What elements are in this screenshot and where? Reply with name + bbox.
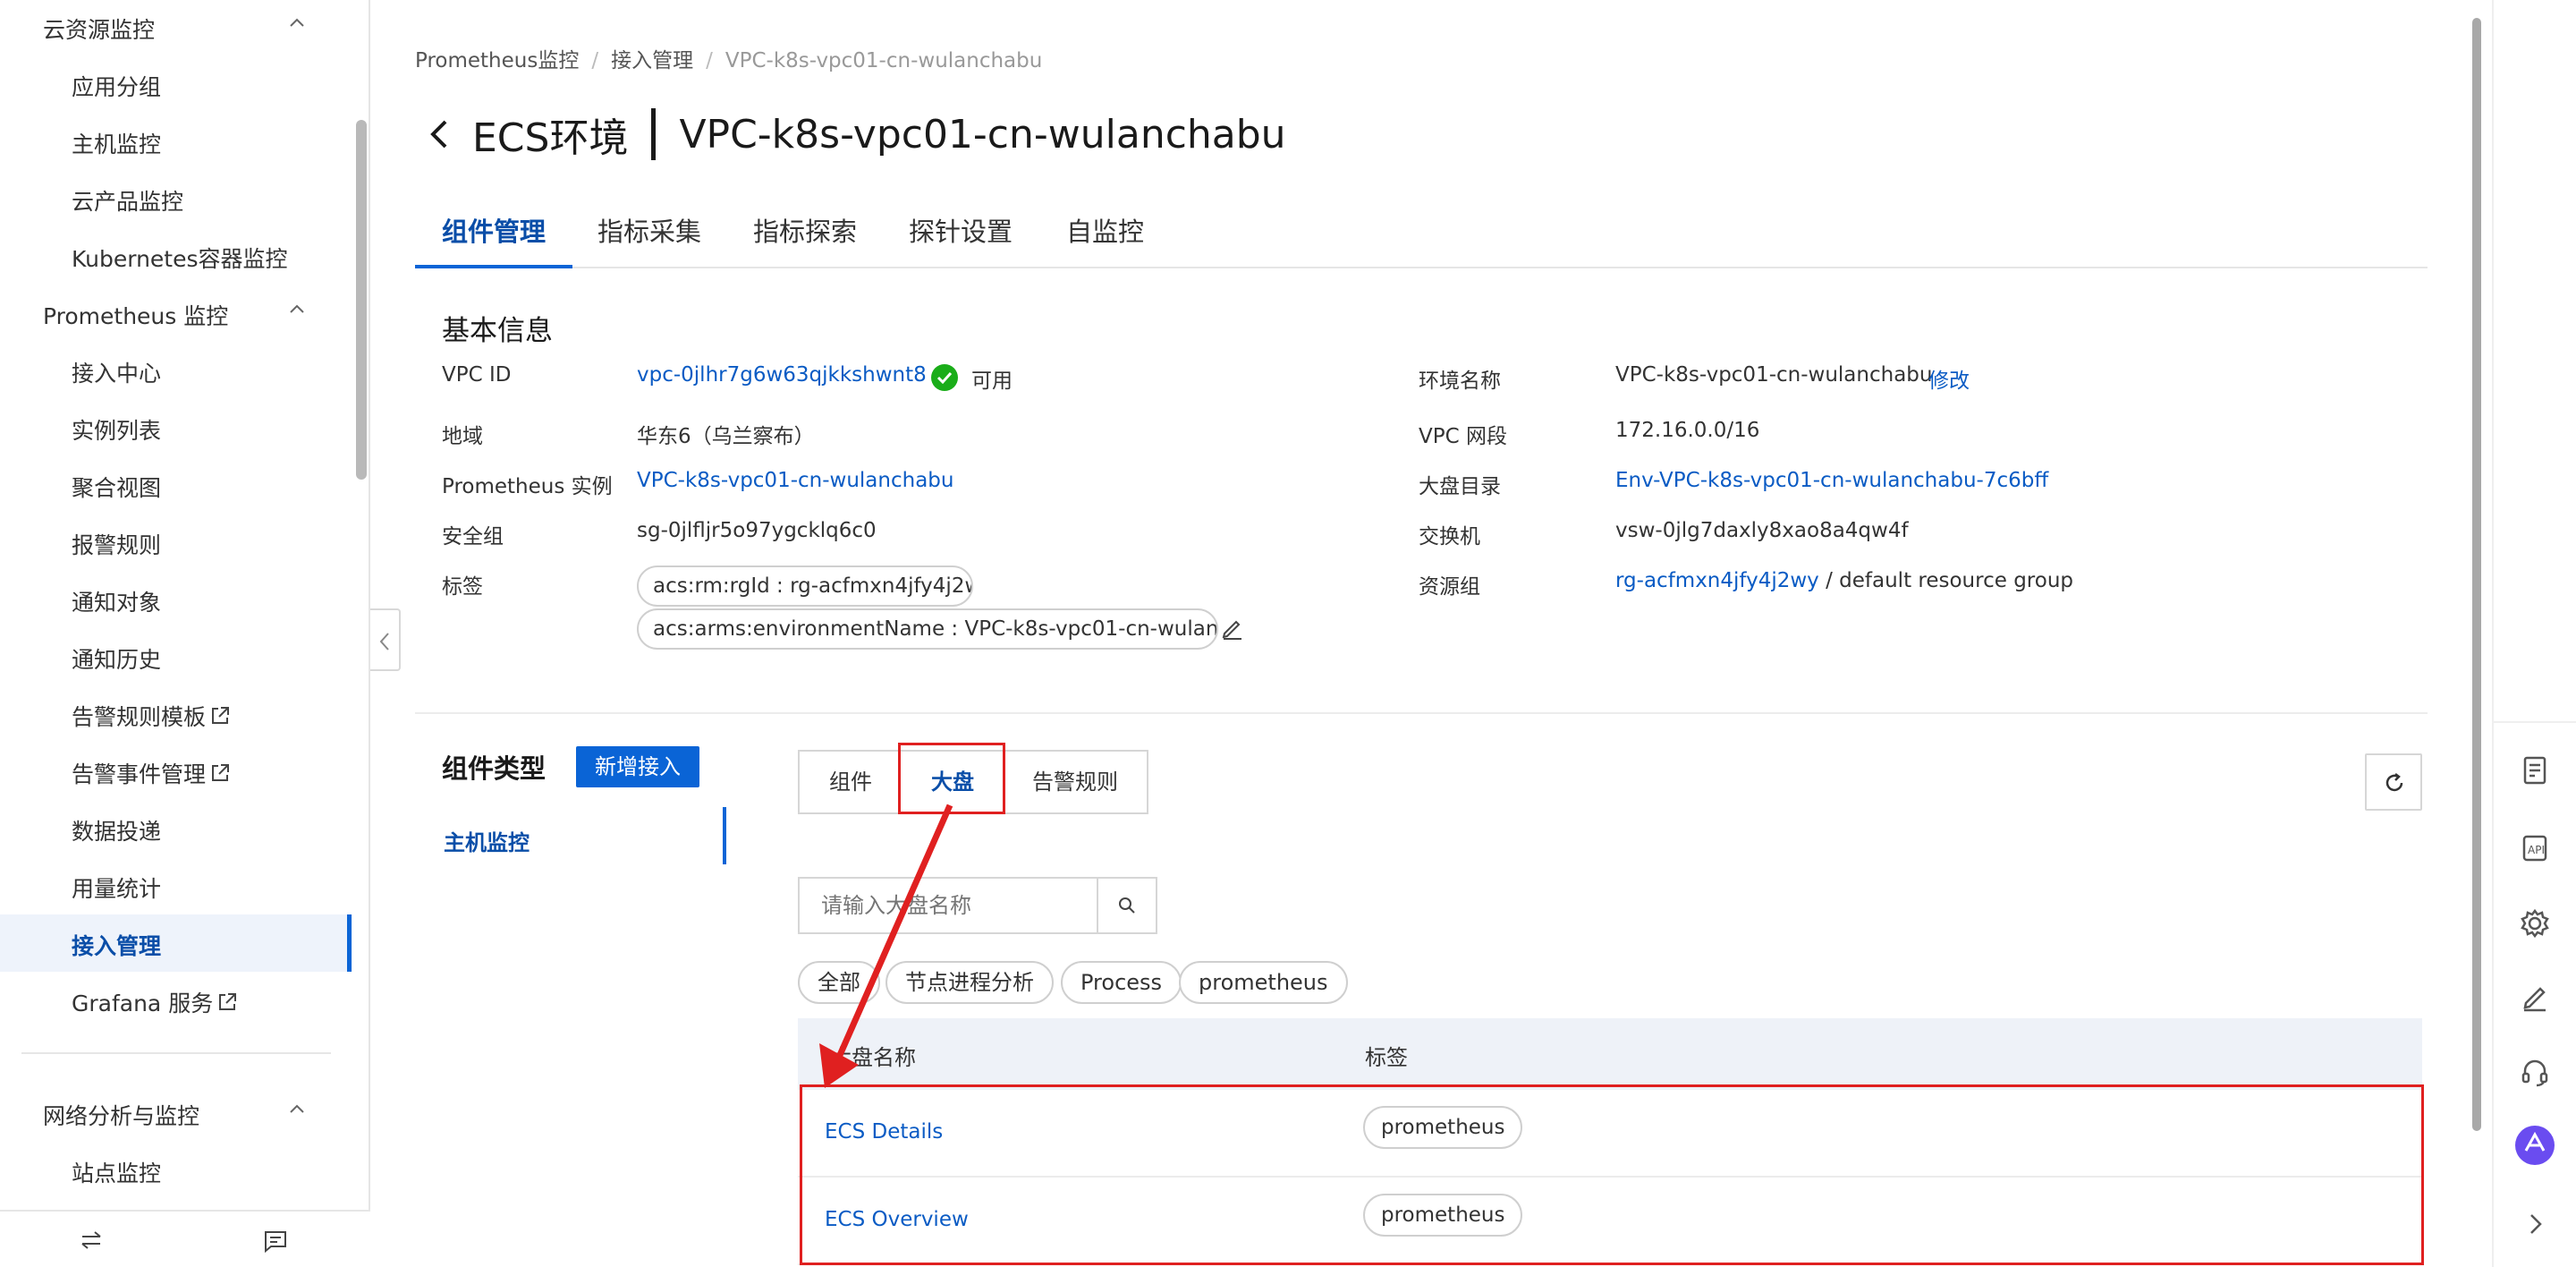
sidebar-item-access-center[interactable]: 接入中心 (72, 356, 161, 388)
sidebar-item-site-monitor[interactable]: 站点监控 (72, 1156, 161, 1188)
sidebar-item-kubernetes[interactable]: Kubernetes容器监控 (72, 242, 288, 274)
sidebar-item-grafana[interactable]: Grafana 服务 (72, 986, 238, 1018)
main-scrollbar[interactable] (2472, 18, 2481, 1131)
switch-icon[interactable] (79, 1229, 104, 1251)
sidebar-item-notify-target[interactable]: 通知对象 (72, 585, 161, 617)
main-content: Prometheus监控 / 接入管理 / VPC-k8s-vpc01-cn-wulan… (372, 0, 2481, 1267)
sidebar-active-indicator (347, 914, 352, 972)
assistant-icon[interactable] (2513, 1124, 2556, 1167)
sidebar-item-access-management[interactable]: 接入管理 (72, 929, 161, 961)
annotation-arrow (819, 804, 953, 1088)
api-icon[interactable]: API (2517, 830, 2553, 866)
external-link-icon (212, 707, 230, 724)
sidebar-item-alert-template[interactable]: 告警规则模板 (72, 700, 231, 732)
sidebar-scrollbar[interactable] (356, 120, 367, 480)
right-toolbar: API (2492, 0, 2576, 1267)
gear-icon[interactable] (2517, 906, 2553, 941)
svg-text:API: API (2528, 844, 2545, 856)
sidebar-item-cloud-product[interactable]: 云产品监控 (72, 184, 183, 217)
message-icon[interactable] (263, 1229, 288, 1253)
sidebar-divider (21, 1052, 331, 1054)
sidebar-group-prometheus[interactable]: Prometheus 监控 (43, 299, 304, 331)
chevron-up-icon (290, 1104, 304, 1113)
toolbar-divider (2494, 721, 2576, 723)
sidebar-footer (0, 1210, 370, 1267)
sidebar-item-app-group[interactable]: 应用分组 (72, 70, 161, 102)
sidebar-item-data-delivery[interactable]: 数据投递 (72, 814, 161, 846)
sidebar-item-usage-stats[interactable]: 用量统计 (72, 872, 161, 904)
headset-icon[interactable] (2517, 1054, 2553, 1090)
chevron-right-icon[interactable] (2517, 1206, 2553, 1242)
edit-icon[interactable] (2517, 979, 2553, 1015)
sidebar-item-notify-history[interactable]: 通知历史 (72, 642, 161, 675)
sidebar-item-host-monitor[interactable]: 主机监控 (72, 127, 161, 159)
sidebar-item-alert-rules[interactable]: 报警规则 (72, 528, 161, 560)
chevron-up-icon (290, 18, 304, 27)
sidebar: 云资源监控 应用分组 主机监控 云产品监控 Kubernetes容器监控 Pro… (0, 0, 370, 1267)
sidebar-item-alert-events[interactable]: 告警事件管理 (72, 757, 231, 789)
sidebar-item-instance-list[interactable]: 实例列表 (72, 413, 161, 446)
sidebar-group-cloud-resource[interactable]: 云资源监控 (43, 13, 304, 45)
sidebar-item-aggregate-view[interactable]: 聚合视图 (72, 471, 161, 503)
external-link-icon (219, 993, 237, 1010)
sidebar-active-background (0, 914, 352, 972)
document-icon[interactable] (2517, 753, 2553, 789)
external-link-icon (212, 764, 230, 781)
chevron-up-icon (290, 304, 304, 313)
sidebar-group-network[interactable]: 网络分析与监控 (43, 1099, 304, 1131)
